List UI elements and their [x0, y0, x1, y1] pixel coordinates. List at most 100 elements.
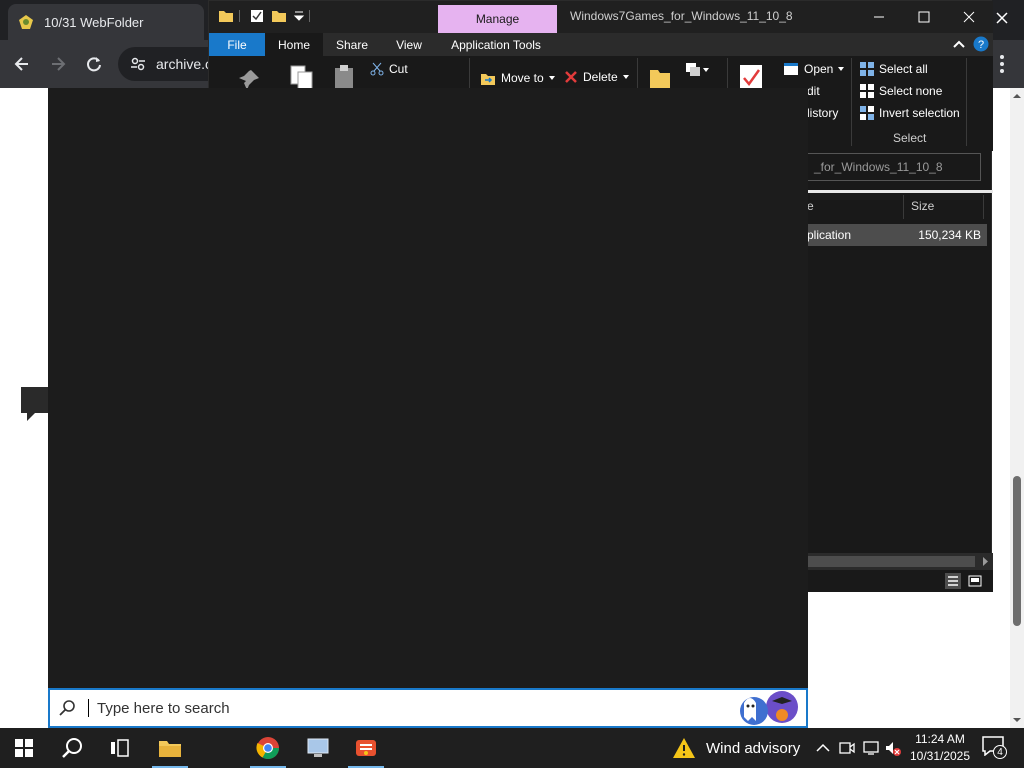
- chevron-up-icon[interactable]: [951, 36, 967, 52]
- history-label: listory: [807, 106, 839, 120]
- file-explorer-taskbar-button[interactable]: [146, 728, 194, 768]
- page-scrollbar[interactable]: [1010, 88, 1024, 730]
- cut-button[interactable]: Cut: [370, 62, 408, 76]
- close-icon[interactable]: [994, 10, 1010, 26]
- customize-quick-access-icon[interactable]: [291, 8, 307, 24]
- invert-selection-button[interactable]: Invert selection: [860, 106, 960, 120]
- path-address-bar[interactable]: _for_Windows_11_10_8: [807, 153, 981, 181]
- scissors-icon: [370, 62, 384, 76]
- back-button[interactable]: [10, 52, 34, 76]
- move-to-button[interactable]: Move to: [480, 70, 561, 86]
- monitor-app-icon: [307, 738, 329, 757]
- network-icon[interactable]: [862, 739, 880, 757]
- details-view-icon[interactable]: [945, 573, 961, 589]
- clock-date: 10/31/2025: [909, 749, 971, 763]
- meet-now-icon[interactable]: [838, 739, 856, 757]
- file-row[interactable]: plication 150,234 KB: [807, 224, 987, 246]
- explorer-titlebar: Manage Windows7Games_for_Windows_11_10_8: [209, 1, 993, 33]
- qa-separator: [309, 10, 310, 22]
- status-bar: [807, 570, 993, 592]
- site-settings-icon[interactable]: [130, 56, 146, 72]
- select-group-label: Select: [893, 131, 927, 145]
- text-caret: [88, 699, 89, 717]
- cut-label: Cut: [389, 62, 408, 76]
- chrome-taskbar-button[interactable]: [244, 728, 292, 768]
- taskbar-search-box[interactable]: Type here to search: [48, 688, 808, 728]
- horizontal-scrollbar-thumb[interactable]: [807, 556, 975, 567]
- notification-count-badge: 4: [993, 745, 1007, 759]
- move-to-icon: [481, 74, 495, 85]
- delete-label: Delete: [583, 70, 618, 84]
- open-button[interactable]: Open: [783, 62, 850, 76]
- search-highlight-halloween-icon[interactable]: [730, 691, 804, 725]
- edit-button[interactable]: dit: [807, 84, 820, 98]
- select-all-button[interactable]: Select all: [860, 62, 928, 76]
- search-placeholder: Type here to search: [97, 699, 230, 717]
- chat-icon[interactable]: [21, 387, 49, 421]
- column-size[interactable]: Size: [911, 199, 934, 213]
- webfolder-favicon-icon: [19, 15, 33, 29]
- help-icon[interactable]: ?: [973, 36, 989, 52]
- url-text: archive.o: [156, 56, 213, 72]
- content-divider: [807, 190, 993, 193]
- column-divider[interactable]: [983, 195, 984, 219]
- more-vert-icon[interactable]: [994, 52, 1010, 76]
- reload-button[interactable]: [82, 52, 106, 76]
- delete-button[interactable]: Delete: [564, 70, 635, 84]
- column-type[interactable]: e: [807, 199, 814, 213]
- scroll-right-icon[interactable]: [981, 557, 989, 566]
- volume-muted-icon[interactable]: [884, 739, 902, 757]
- horizontal-scrollbar[interactable]: [807, 553, 993, 570]
- maximize-button[interactable]: [914, 7, 934, 27]
- search-button[interactable]: [48, 728, 96, 768]
- clock-time: 11:24 AM: [915, 732, 965, 746]
- system-clock[interactable]: 11:24 AM 10/31/2025: [904, 731, 976, 765]
- ribbon-tabs: File Home Share View Application Tools ?: [209, 33, 993, 56]
- open-label: Open: [804, 62, 834, 76]
- column-divider[interactable]: [903, 195, 904, 219]
- close-window-button[interactable]: [959, 7, 979, 27]
- tab-share[interactable]: Share: [323, 33, 381, 56]
- reload-icon: [87, 57, 101, 72]
- new-folder-icon[interactable]: [271, 8, 287, 24]
- tab-application-tools[interactable]: Application Tools: [437, 33, 555, 56]
- column-header: e Size: [807, 195, 993, 219]
- qa-separator: [239, 10, 240, 22]
- browser-tab[interactable]: 10/31 WebFolder: [8, 4, 204, 40]
- select-none-button[interactable]: Select none: [860, 84, 942, 98]
- warning-icon: [673, 738, 695, 758]
- arrow-left-icon: [14, 57, 28, 71]
- properties-icon[interactable]: [249, 8, 265, 24]
- browser-tab-title: 10/31 WebFolder: [44, 14, 144, 30]
- large-icons-view-icon[interactable]: [967, 573, 983, 589]
- edit-label: dit: [807, 84, 820, 98]
- open-icon: [784, 63, 798, 75]
- game-app-taskbar-button[interactable]: [342, 728, 390, 768]
- scroll-up-icon[interactable]: [1013, 92, 1021, 100]
- tab-file[interactable]: File: [209, 33, 265, 56]
- scrollbar-thumb[interactable]: [1013, 476, 1021, 626]
- forward-button[interactable]: [46, 52, 70, 76]
- start-button[interactable]: [0, 728, 48, 768]
- search-icon: [62, 738, 82, 758]
- chrome-icon: [256, 737, 279, 759]
- network-app-taskbar-button[interactable]: [294, 728, 342, 768]
- minimize-button[interactable]: [869, 7, 889, 27]
- window-title: Windows7Games_for_Windows_11_10_8: [570, 9, 793, 23]
- task-view-button[interactable]: [96, 728, 144, 768]
- chevron-up-icon[interactable]: [814, 739, 832, 757]
- select-none-icon: [860, 84, 874, 98]
- notification-center-button[interactable]: 4: [982, 736, 1008, 760]
- tab-view[interactable]: View: [381, 33, 437, 56]
- search-flyout: [48, 88, 808, 688]
- search-icon: [59, 700, 75, 716]
- select-all-icon: [860, 62, 874, 76]
- tab-home[interactable]: Home: [265, 33, 323, 56]
- weather-widget[interactable]: Wind advisory: [672, 728, 800, 768]
- new-item-icon[interactable]: [685, 62, 709, 84]
- minimize-icon: [874, 16, 884, 18]
- tab-manage[interactable]: Manage: [438, 5, 557, 33]
- history-button[interactable]: listory: [807, 106, 838, 120]
- chevron-down-icon: [548, 76, 555, 80]
- scroll-down-icon[interactable]: [1013, 716, 1021, 724]
